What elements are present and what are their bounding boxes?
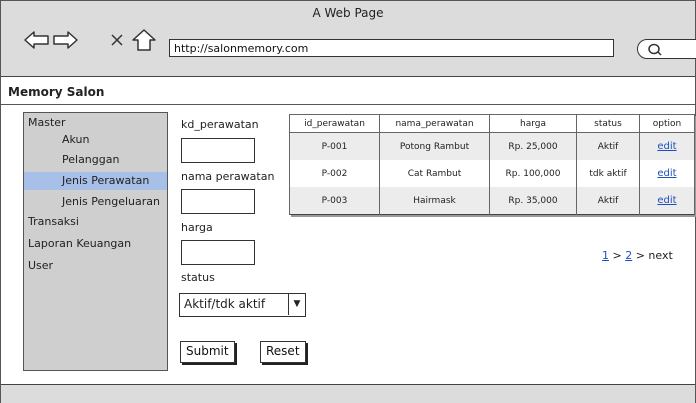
nama-perawatan-input[interactable] <box>181 189 255 214</box>
cell-option: edit <box>639 187 695 215</box>
sidebar-item-user[interactable]: User <box>28 257 53 275</box>
edit-link[interactable]: edit <box>657 195 676 206</box>
header-divider <box>1 104 695 105</box>
next-link[interactable]: > next <box>636 249 673 262</box>
browser-status-bar <box>1 384 695 403</box>
column-header[interactable]: option <box>639 114 695 133</box>
cell-option: edit <box>639 132 695 160</box>
cell-id: P-001 <box>289 132 380 160</box>
cell-nama: Cat Rambut <box>379 160 490 187</box>
status-select[interactable]: Aktif/tdk aktif ▼ <box>179 293 306 317</box>
column-header[interactable]: nama_perawatan <box>379 114 490 133</box>
reset-button[interactable]: Reset <box>260 341 306 363</box>
status-label: status <box>181 271 215 284</box>
cell-nama: Hairmask <box>379 187 490 215</box>
edit-link[interactable]: edit <box>657 141 676 152</box>
sidebar-item-pelanggan[interactable]: Pelanggan <box>62 151 119 169</box>
forward-arrow-icon[interactable] <box>52 27 78 53</box>
cell-id: P-002 <box>289 160 380 187</box>
page-2-link[interactable]: 2 <box>625 249 632 262</box>
cell-status: Aktif <box>576 187 640 215</box>
search-field[interactable] <box>637 39 696 59</box>
pagination: 1 > 2 > next <box>602 249 673 262</box>
cell-id: P-003 <box>289 187 380 215</box>
back-arrow-icon[interactable] <box>24 27 50 53</box>
submit-button[interactable]: Submit <box>180 341 235 363</box>
status-select-value: Aktif/tdk aktif <box>184 297 266 311</box>
browser-window: A Web Page http://salonmemory.com Memory… <box>0 0 696 403</box>
chevron-down-icon[interactable]: ▼ <box>288 294 305 315</box>
table-row: P-002 Cat Rambut Rp. 100,000 tdk aktif e… <box>289 160 695 187</box>
edit-link[interactable]: edit <box>657 168 676 179</box>
close-icon[interactable] <box>104 27 130 53</box>
table-row: P-003 Hairmask Rp. 35,000 Aktif edit <box>289 187 695 215</box>
sidebar-item-label: Jenis Perawatan <box>62 174 150 187</box>
cell-harga: Rp. 35,000 <box>489 187 577 215</box>
harga-input[interactable] <box>181 240 255 265</box>
perawatan-table: id_perawatan nama_perawatan harga status… <box>289 114 695 215</box>
column-header[interactable]: status <box>576 114 640 133</box>
sidebar-item-akun[interactable]: Akun <box>62 131 90 149</box>
page-1-link[interactable]: 1 <box>602 249 609 262</box>
nama-perawatan-label: nama perawatan <box>181 170 275 183</box>
url-bar[interactable]: http://salonmemory.com <box>169 39 614 57</box>
search-icon <box>648 43 662 56</box>
table-row: P-001 Potong Rambut Rp. 25,000 Aktif edi… <box>289 132 695 160</box>
sidebar-item-jenis-pengeluaran[interactable]: Jenis Pengeluaran <box>62 193 160 211</box>
site-title: Memory Salon <box>8 85 105 99</box>
cell-harga: Rp. 100,000 <box>489 160 577 187</box>
sidebar: Master Akun Pelanggan Jenis Perawatan Je… <box>23 112 168 371</box>
sidebar-item-transaksi[interactable]: Transaksi <box>28 213 79 231</box>
home-icon[interactable] <box>131 27 157 53</box>
cell-harga: Rp. 25,000 <box>489 132 577 160</box>
column-header[interactable]: id_perawatan <box>289 114 380 133</box>
sidebar-item-jenis-perawatan[interactable]: Jenis Perawatan <box>24 172 167 190</box>
kd-perawatan-label: kd_perawatan <box>181 118 259 131</box>
harga-label: harga <box>181 221 213 234</box>
browser-chrome: A Web Page http://salonmemory.com <box>1 1 696 77</box>
cell-nama: Potong Rambut <box>379 132 490 160</box>
cell-option: edit <box>639 160 695 187</box>
kd-perawatan-input[interactable] <box>181 138 255 163</box>
cell-status: Aktif <box>576 132 640 160</box>
sidebar-item-laporan-keuangan[interactable]: Laporan Keuangan <box>28 235 131 253</box>
column-header[interactable]: harga <box>489 114 577 133</box>
sidebar-item-master[interactable]: Master <box>28 114 66 132</box>
table-header-row: id_perawatan nama_perawatan harga status… <box>289 114 695 133</box>
window-title: A Web Page <box>312 6 384 20</box>
cell-status: tdk aktif <box>576 160 640 187</box>
pagination-separator: > <box>612 249 622 262</box>
